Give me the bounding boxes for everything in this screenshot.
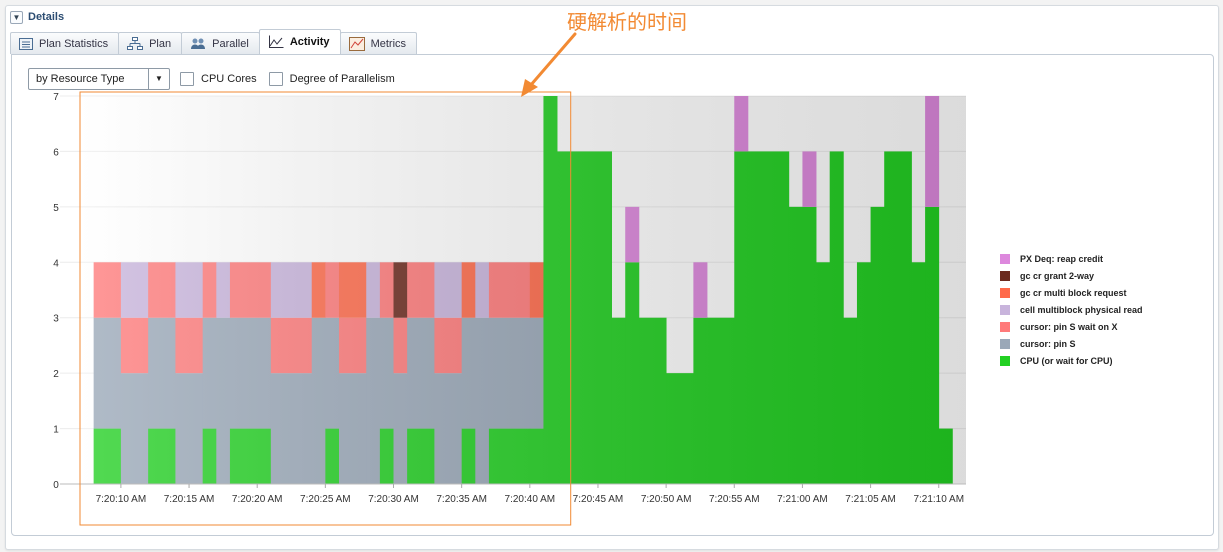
tab-activity[interactable]: Activity [258, 29, 341, 54]
annotation-arrow-shaft [528, 32, 577, 88]
x-tick-label: 7:20:10 AM [96, 494, 147, 505]
legend-label: PX Deq: reap credit [1020, 253, 1104, 264]
y-tick-label: 3 [53, 314, 59, 325]
legend-item: cell multiblock physical read [1000, 301, 1143, 318]
x-tick-label: 7:21:05 AM [845, 494, 896, 505]
y-tick-label: 0 [53, 480, 59, 491]
chart-legend: PX Deq: reap credit gc cr grant 2-way gc c… [1000, 250, 1143, 369]
y-tick-label: 2 [53, 369, 59, 380]
x-tick-label: 7:20:35 AM [436, 494, 487, 505]
x-tick-label: 7:20:45 AM [573, 494, 624, 505]
legend-item: PX Deq: reap credit [1000, 250, 1143, 267]
legend-item: gc cr grant 2-way [1000, 267, 1143, 284]
x-tick-label: 7:20:20 AM [232, 494, 283, 505]
legend-swatch [1000, 253, 1010, 264]
legend-swatch [1000, 355, 1010, 366]
legend-label: cell multiblock physical read [1020, 304, 1143, 315]
legend-item: cursor: pin S [1000, 335, 1143, 352]
x-tick-label: 7:20:25 AM [300, 494, 351, 505]
legend-label: gc cr multi block request [1020, 287, 1127, 298]
x-tick-label: 7:20:15 AM [164, 494, 215, 505]
y-tick-label: 4 [53, 258, 59, 269]
legend-swatch [1000, 304, 1010, 315]
legend-item: CPU (or wait for CPU) [1000, 352, 1143, 369]
x-tick-label: 7:20:55 AM [709, 494, 760, 505]
legend-item: gc cr multi block request [1000, 284, 1143, 301]
legend-item: cursor: pin S wait on X [1000, 318, 1143, 335]
y-tick-label: 5 [53, 203, 59, 214]
tab-label: Activity [289, 36, 330, 48]
x-tick-label: 7:20:30 AM [368, 494, 419, 505]
chart-shading-rect [80, 96, 966, 484]
legend-label: cursor: pin S wait on X [1020, 321, 1118, 332]
legend-swatch [1000, 338, 1010, 349]
x-tick-label: 7:20:40 AM [505, 494, 556, 505]
legend-swatch [1000, 270, 1010, 281]
x-tick-label: 7:21:00 AM [777, 494, 828, 505]
legend-swatch [1000, 321, 1010, 332]
y-tick-label: 7 [53, 92, 59, 103]
legend-label: gc cr grant 2-way [1020, 270, 1095, 281]
activity-chart-icon [268, 35, 284, 48]
legend-label: CPU (or wait for CPU) [1020, 355, 1113, 366]
annotation-label: 硬解析的时间 [567, 10, 687, 34]
y-tick-label: 1 [53, 425, 59, 436]
y-tick-label: 6 [53, 147, 59, 158]
x-tick-label: 7:20:50 AM [641, 494, 692, 505]
legend-label: cursor: pin S [1020, 338, 1076, 349]
legend-swatch [1000, 287, 1010, 298]
chart-shading [80, 96, 966, 484]
x-tick-label: 7:21:10 AM [913, 494, 964, 505]
